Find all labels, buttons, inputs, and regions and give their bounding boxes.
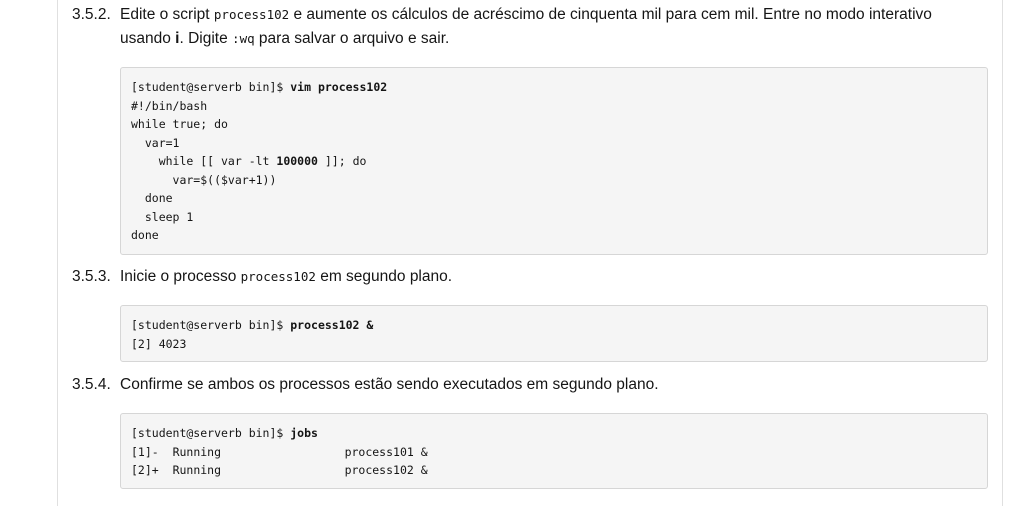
inline-code-wq: :wq bbox=[232, 31, 255, 46]
code-line: while true; do bbox=[131, 117, 228, 131]
step-3-5-3: 3.5.3. Inicie o processo process102 em s… bbox=[72, 265, 988, 289]
step-3-5-4: 3.5.4. Confirme se ambos os processos es… bbox=[72, 373, 988, 397]
step-line-2: usando i. Digite :wq para salvar o arqui… bbox=[120, 30, 450, 47]
code-line: done bbox=[131, 228, 159, 242]
code-line: [student@serverb bin]$ jobs bbox=[131, 426, 318, 440]
code-line: while [[ var -lt 100000 ]]; do bbox=[131, 154, 367, 168]
command: process102 & bbox=[290, 318, 374, 332]
job-row: [2]+ Running process102 & bbox=[131, 463, 428, 477]
edited-value: 100000 bbox=[276, 154, 318, 168]
code-block-start: [student@serverb bin]$ process102 & [2] 4… bbox=[120, 305, 988, 362]
command: jobs bbox=[290, 426, 318, 440]
code-block-vim: [student@serverb bin]$ vim process102 #!/… bbox=[120, 67, 988, 255]
code-line: [2] 4023 bbox=[131, 336, 187, 351]
step-text: Edite o script process102 e aumente os c… bbox=[120, 3, 988, 51]
inline-code-script: process102 bbox=[213, 7, 290, 22]
command: vim process102 bbox=[290, 80, 388, 94]
code-line: [student@serverb bin]$ process102 & bbox=[131, 318, 374, 332]
step-3-5-2: 3.5.2. Edite o script process102 e aumen… bbox=[72, 3, 988, 51]
inline-code-script: process102 bbox=[240, 269, 316, 284]
code-line: [student@serverb bin]$ vim process102 bbox=[131, 80, 388, 94]
code-line: var=1 bbox=[131, 135, 180, 150]
code-line: var=$(($var+1)) bbox=[131, 172, 277, 187]
code-block-jobs: [student@serverb bin]$ jobs [1]- Running p… bbox=[120, 413, 988, 489]
code-line: #!/bin/bash bbox=[131, 98, 208, 113]
job-row: [1]- Running process101 & bbox=[131, 444, 428, 459]
code-line: done bbox=[131, 191, 173, 205]
step-number: 3.5.4. bbox=[72, 376, 111, 393]
step-number: 3.5.3. bbox=[72, 268, 111, 285]
step-text: Inicie o processo process102 em segundo … bbox=[120, 268, 453, 285]
code-line: sleep 1 bbox=[131, 209, 194, 224]
step-line-1: Edite o script process102 e aumente os c… bbox=[120, 6, 932, 23]
step-text: Confirme se ambos os processos estão sen… bbox=[120, 376, 659, 393]
step-number: 3.5.2. bbox=[72, 6, 111, 23]
